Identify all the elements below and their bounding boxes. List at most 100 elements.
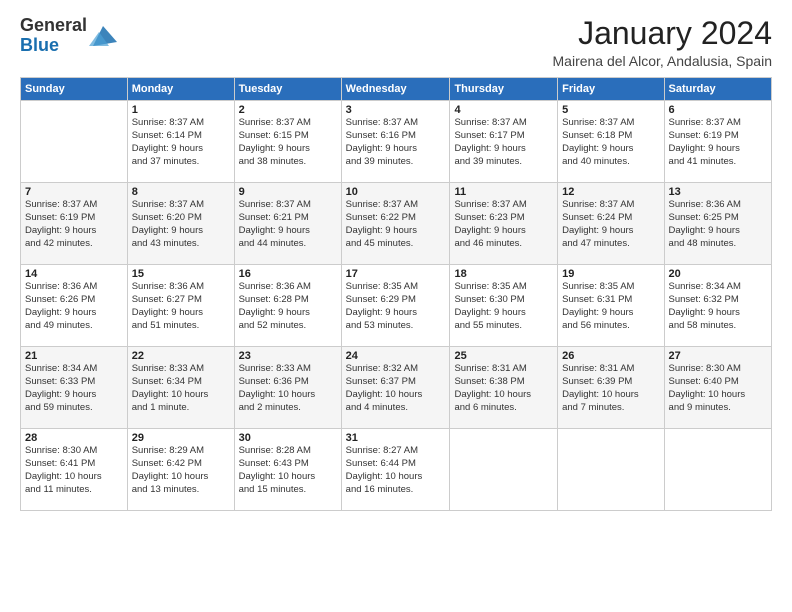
calendar-cell: 4Sunrise: 8:37 AMSunset: 6:17 PMDaylight… <box>450 101 558 183</box>
calendar-cell: 1Sunrise: 8:37 AMSunset: 6:14 PMDaylight… <box>127 101 234 183</box>
col-header-sunday: Sunday <box>21 78 128 101</box>
calendar-cell: 15Sunrise: 8:36 AMSunset: 6:27 PMDayligh… <box>127 265 234 347</box>
calendar-week-row: 21Sunrise: 8:34 AMSunset: 6:33 PMDayligh… <box>21 347 772 429</box>
day-info: Sunrise: 8:33 AMSunset: 6:36 PMDaylight:… <box>239 363 337 414</box>
day-info: Sunrise: 8:36 AMSunset: 6:28 PMDaylight:… <box>239 281 337 332</box>
day-number: 16 <box>239 268 337 280</box>
day-number: 24 <box>346 350 446 362</box>
day-info: Sunrise: 8:37 AMSunset: 6:23 PMDaylight:… <box>454 199 553 250</box>
day-number: 3 <box>346 104 446 116</box>
col-header-tuesday: Tuesday <box>234 78 341 101</box>
calendar-cell: 2Sunrise: 8:37 AMSunset: 6:15 PMDaylight… <box>234 101 341 183</box>
day-info: Sunrise: 8:37 AMSunset: 6:14 PMDaylight:… <box>132 117 230 168</box>
calendar-cell <box>664 429 771 511</box>
day-info: Sunrise: 8:36 AMSunset: 6:26 PMDaylight:… <box>25 281 123 332</box>
day-info: Sunrise: 8:37 AMSunset: 6:19 PMDaylight:… <box>25 199 123 250</box>
calendar-header-row: SundayMondayTuesdayWednesdayThursdayFrid… <box>21 78 772 101</box>
logo-blue-text: Blue <box>20 35 59 55</box>
day-number: 18 <box>454 268 553 280</box>
day-number: 11 <box>454 186 553 198</box>
day-info: Sunrise: 8:31 AMSunset: 6:39 PMDaylight:… <box>562 363 659 414</box>
calendar-cell: 18Sunrise: 8:35 AMSunset: 6:30 PMDayligh… <box>450 265 558 347</box>
calendar-cell: 23Sunrise: 8:33 AMSunset: 6:36 PMDayligh… <box>234 347 341 429</box>
calendar-cell: 10Sunrise: 8:37 AMSunset: 6:22 PMDayligh… <box>341 183 450 265</box>
calendar-cell: 30Sunrise: 8:28 AMSunset: 6:43 PMDayligh… <box>234 429 341 511</box>
day-number: 20 <box>669 268 767 280</box>
calendar-cell: 9Sunrise: 8:37 AMSunset: 6:21 PMDaylight… <box>234 183 341 265</box>
day-info: Sunrise: 8:31 AMSunset: 6:38 PMDaylight:… <box>454 363 553 414</box>
calendar-cell: 17Sunrise: 8:35 AMSunset: 6:29 PMDayligh… <box>341 265 450 347</box>
day-number: 25 <box>454 350 553 362</box>
calendar-cell: 22Sunrise: 8:33 AMSunset: 6:34 PMDayligh… <box>127 347 234 429</box>
calendar-cell: 29Sunrise: 8:29 AMSunset: 6:42 PMDayligh… <box>127 429 234 511</box>
calendar-cell: 25Sunrise: 8:31 AMSunset: 6:38 PMDayligh… <box>450 347 558 429</box>
day-number: 1 <box>132 104 230 116</box>
col-header-monday: Monday <box>127 78 234 101</box>
col-header-thursday: Thursday <box>450 78 558 101</box>
day-number: 27 <box>669 350 767 362</box>
day-number: 31 <box>346 432 446 444</box>
day-number: 10 <box>346 186 446 198</box>
calendar-cell: 14Sunrise: 8:36 AMSunset: 6:26 PMDayligh… <box>21 265 128 347</box>
calendar-cell: 6Sunrise: 8:37 AMSunset: 6:19 PMDaylight… <box>664 101 771 183</box>
day-info: Sunrise: 8:32 AMSunset: 6:37 PMDaylight:… <box>346 363 446 414</box>
day-number: 26 <box>562 350 659 362</box>
calendar-cell <box>558 429 664 511</box>
day-info: Sunrise: 8:37 AMSunset: 6:21 PMDaylight:… <box>239 199 337 250</box>
day-number: 15 <box>132 268 230 280</box>
main-title: January 2024 <box>553 16 772 51</box>
calendar-cell: 24Sunrise: 8:32 AMSunset: 6:37 PMDayligh… <box>341 347 450 429</box>
title-block: January 2024 Mairena del Alcor, Andalusi… <box>553 16 772 69</box>
day-number: 14 <box>25 268 123 280</box>
calendar-cell: 16Sunrise: 8:36 AMSunset: 6:28 PMDayligh… <box>234 265 341 347</box>
day-number: 23 <box>239 350 337 362</box>
day-number: 17 <box>346 268 446 280</box>
day-number: 28 <box>25 432 123 444</box>
day-info: Sunrise: 8:37 AMSunset: 6:17 PMDaylight:… <box>454 117 553 168</box>
day-info: Sunrise: 8:36 AMSunset: 6:27 PMDaylight:… <box>132 281 230 332</box>
calendar-cell: 27Sunrise: 8:30 AMSunset: 6:40 PMDayligh… <box>664 347 771 429</box>
day-info: Sunrise: 8:34 AMSunset: 6:32 PMDaylight:… <box>669 281 767 332</box>
calendar-week-row: 14Sunrise: 8:36 AMSunset: 6:26 PMDayligh… <box>21 265 772 347</box>
col-header-friday: Friday <box>558 78 664 101</box>
calendar-week-row: 28Sunrise: 8:30 AMSunset: 6:41 PMDayligh… <box>21 429 772 511</box>
day-info: Sunrise: 8:27 AMSunset: 6:44 PMDaylight:… <box>346 445 446 496</box>
day-info: Sunrise: 8:37 AMSunset: 6:18 PMDaylight:… <box>562 117 659 168</box>
day-info: Sunrise: 8:35 AMSunset: 6:31 PMDaylight:… <box>562 281 659 332</box>
calendar-cell: 13Sunrise: 8:36 AMSunset: 6:25 PMDayligh… <box>664 183 771 265</box>
day-number: 30 <box>239 432 337 444</box>
day-info: Sunrise: 8:30 AMSunset: 6:41 PMDaylight:… <box>25 445 123 496</box>
day-number: 6 <box>669 104 767 116</box>
day-info: Sunrise: 8:30 AMSunset: 6:40 PMDaylight:… <box>669 363 767 414</box>
day-info: Sunrise: 8:36 AMSunset: 6:25 PMDaylight:… <box>669 199 767 250</box>
header: General Blue January 2024 Mairena del Al… <box>20 16 772 69</box>
calendar-cell: 7Sunrise: 8:37 AMSunset: 6:19 PMDaylight… <box>21 183 128 265</box>
calendar-week-row: 7Sunrise: 8:37 AMSunset: 6:19 PMDaylight… <box>21 183 772 265</box>
calendar-cell: 31Sunrise: 8:27 AMSunset: 6:44 PMDayligh… <box>341 429 450 511</box>
day-info: Sunrise: 8:37 AMSunset: 6:15 PMDaylight:… <box>239 117 337 168</box>
day-number: 21 <box>25 350 123 362</box>
day-number: 9 <box>239 186 337 198</box>
calendar-table: SundayMondayTuesdayWednesdayThursdayFrid… <box>20 77 772 511</box>
col-header-saturday: Saturday <box>664 78 771 101</box>
calendar-cell <box>21 101 128 183</box>
day-number: 2 <box>239 104 337 116</box>
day-info: Sunrise: 8:28 AMSunset: 6:43 PMDaylight:… <box>239 445 337 496</box>
calendar-week-row: 1Sunrise: 8:37 AMSunset: 6:14 PMDaylight… <box>21 101 772 183</box>
logo-icon <box>89 22 117 50</box>
subtitle: Mairena del Alcor, Andalusia, Spain <box>553 53 772 69</box>
calendar-cell: 11Sunrise: 8:37 AMSunset: 6:23 PMDayligh… <box>450 183 558 265</box>
day-number: 5 <box>562 104 659 116</box>
day-info: Sunrise: 8:34 AMSunset: 6:33 PMDaylight:… <box>25 363 123 414</box>
day-number: 12 <box>562 186 659 198</box>
day-info: Sunrise: 8:37 AMSunset: 6:22 PMDaylight:… <box>346 199 446 250</box>
calendar-cell <box>450 429 558 511</box>
logo-general-text: General <box>20 15 87 35</box>
col-header-wednesday: Wednesday <box>341 78 450 101</box>
day-info: Sunrise: 8:37 AMSunset: 6:16 PMDaylight:… <box>346 117 446 168</box>
calendar-cell: 3Sunrise: 8:37 AMSunset: 6:16 PMDaylight… <box>341 101 450 183</box>
day-number: 29 <box>132 432 230 444</box>
calendar-cell: 20Sunrise: 8:34 AMSunset: 6:32 PMDayligh… <box>664 265 771 347</box>
calendar-cell: 28Sunrise: 8:30 AMSunset: 6:41 PMDayligh… <box>21 429 128 511</box>
logo: General Blue <box>20 16 117 56</box>
